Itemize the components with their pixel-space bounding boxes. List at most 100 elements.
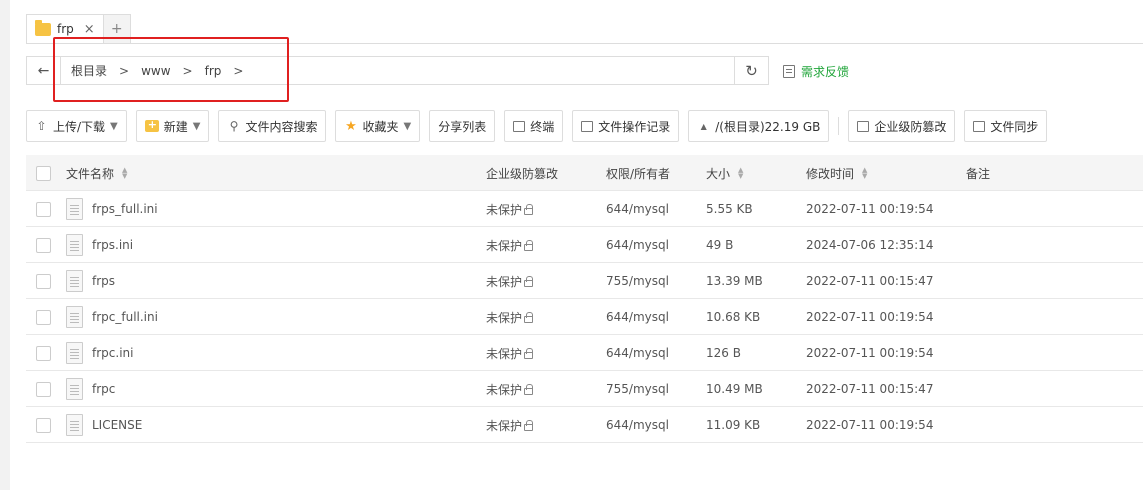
note-cell[interactable] <box>966 335 1116 371</box>
lock-icon[interactable] <box>524 239 534 251</box>
size-value: 11.09 KB <box>706 418 761 432</box>
row-checkbox[interactable] <box>36 274 51 289</box>
operation-log-button[interactable]: 文件操作记录 <box>572 110 680 142</box>
row-checkbox[interactable] <box>36 382 51 397</box>
terminal-button[interactable]: 终端 <box>504 110 564 142</box>
note-cell[interactable] <box>966 299 1116 335</box>
lock-icon[interactable] <box>524 347 534 359</box>
table-row[interactable]: frps.ini 未保护 644/mysql 49 B 2024-07-06 12:35… <box>26 227 1143 263</box>
feedback-link[interactable]: 需求反馈 <box>783 63 849 80</box>
perm-cell[interactable]: 755/mysql <box>606 371 706 407</box>
select-all-checkbox[interactable] <box>36 166 51 181</box>
file-name-cell[interactable]: frpc <box>66 371 486 407</box>
note-cell[interactable] <box>966 227 1116 263</box>
file-name-cell[interactable]: LICENSE <box>66 407 486 443</box>
table-row[interactable]: frps_full.ini 未保护 644/mysql 5.55 KB 2022-07-… <box>26 191 1143 227</box>
table-row[interactable]: frpc_full.ini 未保护 644/mysql 10.68 KB 2022-07… <box>26 299 1143 335</box>
lock-icon[interactable] <box>524 383 534 395</box>
perm-cell[interactable]: 644/mysql <box>606 335 706 371</box>
file-name-cell[interactable]: frps.ini <box>66 227 486 263</box>
time-value: 2024-07-06 12:35:14 <box>806 238 934 252</box>
file-name-cell[interactable]: frpc_full.ini <box>66 299 486 335</box>
header-name-label: 文件名称 <box>66 166 115 181</box>
protect-status: 未保护 <box>486 418 523 433</box>
lock-icon[interactable] <box>524 419 534 431</box>
perm-value[interactable]: 644/mysql <box>606 238 669 252</box>
sync-label: 文件同步 <box>990 119 1039 134</box>
disk-button[interactable]: ▲ /(根目录)22.19 GB <box>688 110 830 142</box>
note-cell[interactable] <box>966 191 1116 227</box>
share-label: 分享列表 <box>438 119 487 134</box>
search-label: 文件内容搜索 <box>245 119 318 134</box>
protect-cell[interactable]: 未保护 <box>486 299 606 335</box>
file-name[interactable]: frps <box>92 274 115 288</box>
content-search-button[interactable]: ⚲ 文件内容搜索 <box>218 110 327 142</box>
size-value: 13.39 MB <box>706 274 763 288</box>
row-checkbox[interactable] <box>36 346 51 361</box>
favorites-button[interactable]: ★ 收藏夹 ▼ <box>335 110 421 142</box>
file-name[interactable]: frps_full.ini <box>92 202 158 216</box>
perm-cell[interactable]: 644/mysql <box>606 407 706 443</box>
perm-cell[interactable]: 755/mysql <box>606 263 706 299</box>
time-value: 2022-07-11 00:15:47 <box>806 382 934 396</box>
lock-icon[interactable] <box>524 311 534 323</box>
file-name[interactable]: frpc.ini <box>92 346 133 360</box>
upload-download-button[interactable]: ⇧ 上传/下载 ▼ <box>26 110 127 142</box>
file-name-cell[interactable]: frps <box>66 263 486 299</box>
row-checkbox[interactable] <box>36 202 51 217</box>
row-checkbox[interactable] <box>36 418 51 433</box>
upload-label: 上传/下载 <box>53 119 106 134</box>
header-name[interactable]: 文件名称 ▲ ▼ <box>66 155 486 191</box>
close-icon[interactable]: × <box>84 22 95 37</box>
protect-cell[interactable]: 未保护 <box>486 227 606 263</box>
perm-cell[interactable]: 644/mysql <box>606 191 706 227</box>
perm-value[interactable]: 644/mysql <box>606 202 669 216</box>
row-check-cell <box>26 407 66 443</box>
perm-value[interactable]: 755/mysql <box>606 382 669 396</box>
row-checkbox[interactable] <box>36 310 51 325</box>
lock-icon[interactable] <box>524 203 534 215</box>
disk-label: /(根目录)22.19 GB <box>715 119 821 134</box>
new-button[interactable]: 新建 ▼ <box>135 110 210 142</box>
note-cell[interactable] <box>966 263 1116 299</box>
share-list-button[interactable]: 分享列表 <box>429 110 496 142</box>
file-name[interactable]: frpc_full.ini <box>92 310 158 324</box>
log-icon <box>581 120 594 132</box>
perm-cell[interactable]: 644/mysql <box>606 227 706 263</box>
perm-cell[interactable]: 644/mysql <box>606 299 706 335</box>
tamper-protect-button[interactable]: 企业级防篡改 <box>848 110 956 142</box>
table-row[interactable]: frps 未保护 755/mysql 13.39 MB 2022-07-11 00:15… <box>26 263 1143 299</box>
perm-value[interactable]: 644/mysql <box>606 346 669 360</box>
file-name[interactable]: LICENSE <box>92 418 142 432</box>
perm-value[interactable]: 755/mysql <box>606 274 669 288</box>
protect-status: 未保护 <box>486 202 523 217</box>
new-label: 新建 <box>163 119 188 134</box>
note-cell[interactable] <box>966 371 1116 407</box>
time-cell: 2024-07-06 12:35:14 <box>806 227 966 263</box>
protect-cell[interactable]: 未保护 <box>486 407 606 443</box>
file-sync-button[interactable]: 文件同步 <box>964 110 1048 142</box>
file-name[interactable]: frpc <box>92 382 115 396</box>
protect-cell[interactable]: 未保护 <box>486 191 606 227</box>
file-name-cell[interactable]: frps_full.ini <box>66 191 486 227</box>
table-row[interactable]: frpc 未保护 755/mysql 10.49 MB 2022-07-11 00:15… <box>26 371 1143 407</box>
file-name[interactable]: frps.ini <box>92 238 133 252</box>
protect-cell[interactable]: 未保护 <box>486 335 606 371</box>
file-name-cell[interactable]: frpc.ini <box>66 335 486 371</box>
table-row[interactable]: frpc.ini 未保护 644/mysql 126 B 2022-07-11 00:1… <box>26 335 1143 371</box>
perm-value[interactable]: 644/mysql <box>606 310 669 324</box>
header-time[interactable]: 修改时间 ▲ ▼ <box>806 155 966 191</box>
protect-cell[interactable]: 未保护 <box>486 371 606 407</box>
perm-value[interactable]: 644/mysql <box>606 418 669 432</box>
header-size[interactable]: 大小 ▲ ▼ <box>706 155 806 191</box>
sort-icon: ▲ ▼ <box>122 166 128 180</box>
refresh-icon[interactable]: ↻ <box>734 57 768 84</box>
protect-cell[interactable]: 未保护 <box>486 263 606 299</box>
table-row[interactable]: LICENSE 未保护 644/mysql 11.09 KB 2022-07-11 00… <box>26 407 1143 443</box>
size-cell: 5.55 KB <box>706 191 806 227</box>
note-cell[interactable] <box>966 407 1116 443</box>
row-checkbox[interactable] <box>36 238 51 253</box>
lock-icon[interactable] <box>524 275 534 287</box>
row-check-cell <box>26 371 66 407</box>
size-cell: 10.49 MB <box>706 371 806 407</box>
